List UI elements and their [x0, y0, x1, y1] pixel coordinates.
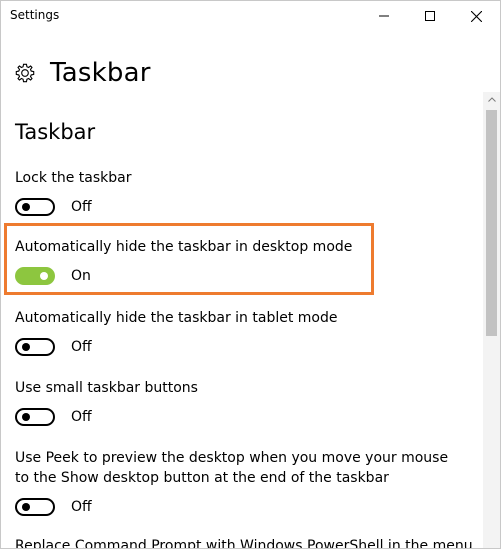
toggle-state-label: Off: [71, 339, 92, 355]
autohide-tablet-toggle[interactable]: [15, 338, 55, 356]
title-bar: Settings: [1, 1, 500, 31]
chevron-up-icon: [487, 96, 496, 102]
scroll-thumb[interactable]: [486, 110, 497, 336]
partial-setting-label: Replace Command Prompt with Windows Powe…: [15, 538, 473, 549]
setting-label: Use Peek to preview the desktop when you…: [15, 450, 449, 486]
toggle-knob: [22, 413, 30, 421]
toggle-state-label: Off: [71, 499, 92, 515]
close-button[interactable]: [453, 1, 499, 31]
setting-peek: Use Peek to preview the desktop when you…: [15, 448, 455, 517]
toggle-state-label: Off: [71, 199, 92, 215]
app-title: Settings: [10, 8, 60, 22]
minimize-icon: [379, 15, 389, 17]
toggle-knob: [40, 272, 48, 280]
setting-autohide-desktop: Automatically hide the taskbar in deskto…: [15, 237, 475, 286]
toggle-knob: [22, 203, 30, 211]
setting-label: Automatically hide the taskbar in deskto…: [15, 239, 353, 255]
maximize-icon: [425, 11, 435, 21]
lock-taskbar-toggle[interactable]: [15, 198, 55, 216]
toggle-knob: [22, 503, 30, 511]
maximize-button[interactable]: [407, 1, 453, 31]
gear-icon: [15, 63, 35, 83]
page-title: Taskbar: [50, 58, 151, 88]
settings-window: Settings Taskbar Taskbar Lock the taskba…: [0, 0, 501, 549]
setting-small-buttons: Use small taskbar buttons Off: [15, 378, 475, 427]
setting-label: Automatically hide the taskbar in tablet…: [15, 310, 338, 326]
close-icon: [470, 10, 482, 22]
setting-autohide-tablet: Automatically hide the taskbar in tablet…: [15, 308, 475, 357]
page-header: Taskbar: [14, 57, 151, 89]
small-buttons-toggle[interactable]: [15, 408, 55, 426]
section-title: Taskbar: [15, 120, 96, 144]
minimize-button[interactable]: [361, 1, 407, 31]
autohide-desktop-toggle[interactable]: [15, 267, 55, 285]
peek-toggle[interactable]: [15, 498, 55, 516]
setting-lock-taskbar: Lock the taskbar Off: [15, 168, 475, 217]
toggle-knob: [22, 343, 30, 351]
scroll-up-button[interactable]: [483, 92, 500, 106]
setting-label: Use small taskbar buttons: [15, 380, 198, 396]
toggle-state-label: On: [71, 268, 91, 284]
setting-label: Lock the taskbar: [15, 170, 132, 186]
vertical-scrollbar[interactable]: [483, 92, 500, 548]
toggle-state-label: Off: [71, 409, 92, 425]
